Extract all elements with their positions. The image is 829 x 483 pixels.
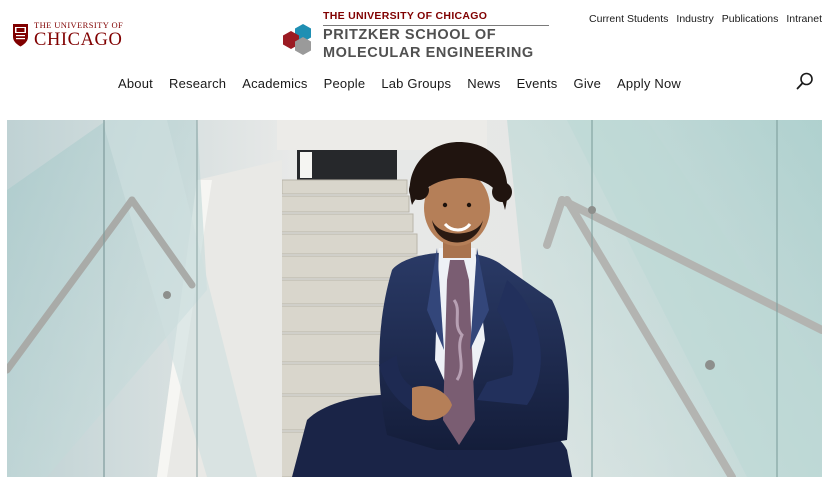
nav-item-about[interactable]: About <box>118 76 153 91</box>
utility-link-intranet[interactable]: Intranet <box>786 13 822 25</box>
search-icon[interactable] <box>796 72 814 90</box>
school-logo-name-line1: PRITZKER SCHOOL OF <box>323 27 497 43</box>
nav-item-news[interactable]: News <box>467 76 500 91</box>
utility-nav: Current Students Industry Publications I… <box>589 13 822 25</box>
nav-item-events[interactable]: Events <box>517 76 558 91</box>
utility-link-current-students[interactable]: Current Students <box>589 13 668 25</box>
school-logo-name-line2: MOLECULAR ENGINEERING <box>323 44 534 61</box>
main-nav: About Research Academics People Lab Grou… <box>118 76 697 91</box>
nav-item-academics[interactable]: Academics <box>242 76 307 91</box>
hero-image <box>7 120 822 477</box>
nav-item-apply-now[interactable]: Apply Now <box>617 76 681 91</box>
nav-item-research[interactable]: Research <box>169 76 226 91</box>
university-crest-icon <box>13 24 28 47</box>
nav-item-give[interactable]: Give <box>574 76 602 91</box>
university-logo-line1: THE UNIVERSITY OF <box>34 20 124 30</box>
nav-item-people[interactable]: People <box>324 76 366 91</box>
school-logo[interactable]: THE UNIVERSITY OF CHICAGO PRITZKER SCHOO… <box>281 10 549 61</box>
university-logo[interactable]: THE UNIVERSITY OF CHICAGO <box>12 21 123 49</box>
utility-link-publications[interactable]: Publications <box>722 13 779 25</box>
hexagon-molecule-icon <box>283 24 311 55</box>
nav-item-lab-groups[interactable]: Lab Groups <box>381 76 451 91</box>
school-logo-university: THE UNIVERSITY OF CHICAGO <box>323 10 549 26</box>
university-logo-line2: CHICAGO <box>34 29 123 50</box>
utility-link-industry[interactable]: Industry <box>676 13 713 25</box>
